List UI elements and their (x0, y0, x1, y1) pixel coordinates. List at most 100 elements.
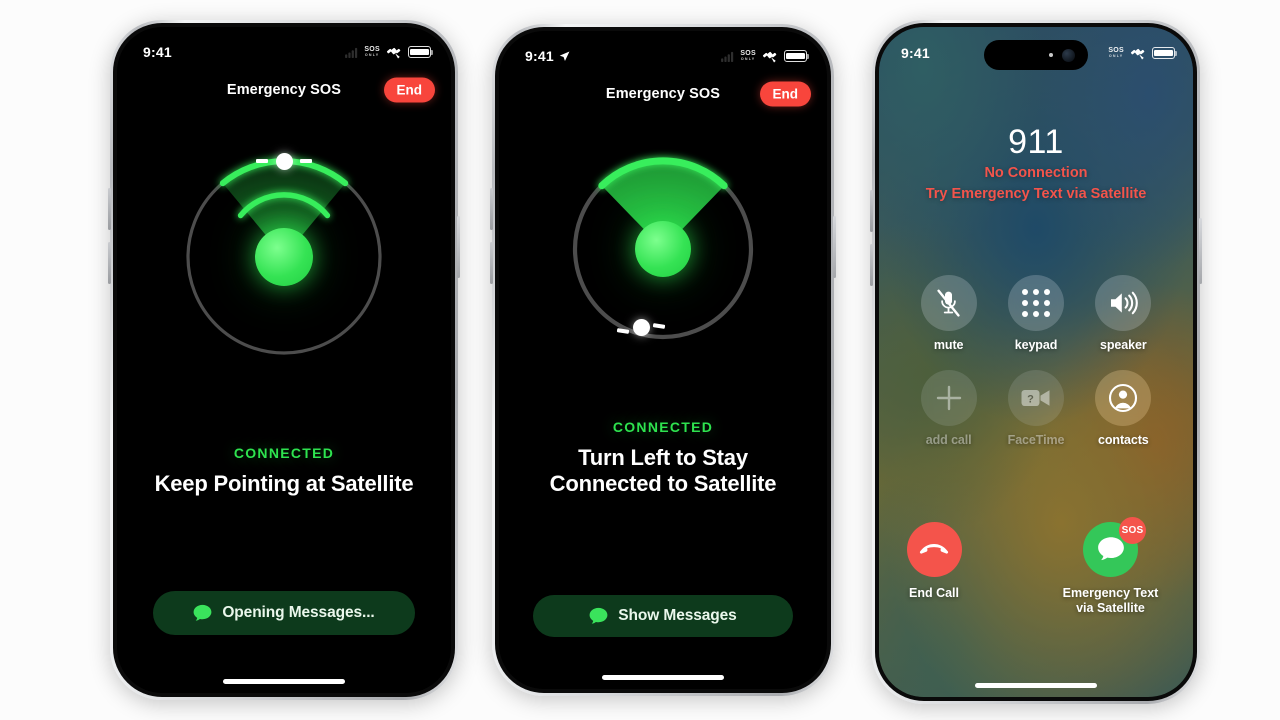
person-circle-icon (1109, 383, 1138, 413)
opening-messages-button[interactable]: Opening Messages... (153, 591, 415, 635)
status-time: 9:41 (525, 48, 554, 64)
front-camera-icon (1062, 48, 1075, 62)
mic-muted-icon (937, 289, 960, 317)
show-messages-button[interactable]: Show Messages (533, 595, 793, 637)
contacts-label: contacts (1098, 433, 1149, 447)
call-actions-row: End Call SOS Emergency Text via Satellit… (879, 516, 1193, 617)
status-bar-right: SOS ONLY (345, 45, 433, 59)
satellite-dial-turn-left (567, 153, 759, 345)
facetime-button[interactable]: ? (1007, 370, 1064, 426)
volume-up-button[interactable] (490, 188, 493, 230)
volume-down-button[interactable] (108, 242, 111, 284)
status-text-block: CONNECTED Keep Pointing at Satellite (117, 445, 451, 497)
sos-badge: SOS (1119, 516, 1146, 544)
phone-screen-pointing: 9:41 SOS ONLY Emergency SOS End CONNECTE… (117, 27, 451, 693)
instruction-headline: Keep Pointing at Satellite (154, 471, 414, 496)
control-keypad[interactable]: keypad (992, 275, 1079, 352)
battery-icon (408, 46, 433, 58)
connection-status-label: CONNECTED (233, 445, 335, 461)
contacts-button[interactable] (1095, 370, 1152, 426)
svg-text:?: ? (1027, 393, 1034, 405)
end-call-button[interactable] (906, 521, 962, 577)
message-bubble-icon (1097, 537, 1124, 561)
volume-down-button[interactable] (870, 244, 873, 286)
status-time: 9:41 (143, 44, 172, 60)
control-speaker[interactable]: speaker (1080, 275, 1167, 352)
status-bar-left: 9:41 (525, 48, 570, 64)
action-emergency-text[interactable]: SOS Emergency Text via Satellite (1056, 516, 1166, 617)
keypad-button[interactable] (1007, 275, 1064, 331)
sos-header: Emergency SOS End (499, 77, 827, 111)
call-controls-grid: mute keypad speaker add call ? FaceTime … (879, 275, 1193, 447)
phone-device-call: 9:41 SOS ONLY 911 No Connection Try Emer… (870, 20, 1202, 704)
status-bar-left: 9:41 (143, 44, 172, 60)
call-number: 911 (1008, 123, 1064, 161)
power-button[interactable] (1199, 218, 1202, 284)
volume-up-button[interactable] (870, 190, 873, 232)
call-status-line2: Try Emergency Text via Satellite (925, 186, 1147, 202)
speaker-label: speaker (1100, 338, 1147, 352)
add-call-label: add call (925, 433, 972, 447)
message-bubble-icon (589, 607, 608, 624)
speaker-button[interactable] (1095, 275, 1152, 331)
control-mute[interactable]: mute (905, 275, 992, 352)
satellite-marker-wing-right (300, 159, 312, 163)
video-camera-icon: ? (1021, 390, 1050, 406)
status-time: 9:41 (901, 45, 930, 61)
add-call-button[interactable] (920, 370, 977, 426)
satellite-marker (275, 152, 293, 170)
home-indicator[interactable] (223, 679, 345, 684)
control-facetime[interactable]: ? FaceTime (992, 370, 1079, 447)
phone-screen-turn-left: 9:41 SOS ONLY Emergency SOS End CONNECTE… (499, 31, 827, 689)
status-bar-right: SOS ONLY (1108, 46, 1177, 60)
phone-screen-call: 9:41 SOS ONLY 911 No Connection Try Emer… (879, 27, 1193, 697)
show-messages-label: Show Messages (618, 607, 737, 624)
phone-device-pointing: 9:41 SOS ONLY Emergency SOS End CONNECTE… (108, 20, 460, 700)
battery-icon (784, 50, 809, 62)
dynamic-island (984, 40, 1088, 70)
status-text-block: CONNECTED Turn Left to Stay Connected to… (499, 419, 827, 497)
opening-messages-label: Opening Messages... (222, 604, 375, 621)
home-indicator[interactable] (602, 675, 724, 680)
satellite-marker-wing-left (256, 159, 268, 163)
control-add-call[interactable]: add call (905, 370, 992, 447)
facetime-label: FaceTime (1007, 433, 1065, 447)
end-button[interactable]: End (759, 81, 811, 107)
device-node-dot (255, 228, 313, 286)
mute-button[interactable] (920, 275, 977, 331)
end-button[interactable]: End (383, 77, 435, 103)
volume-down-button[interactable] (490, 242, 493, 284)
satellite-icon (762, 51, 777, 63)
satellite-marker (633, 319, 650, 336)
power-button[interactable] (833, 216, 836, 278)
sos-indicator: SOS ONLY (1108, 46, 1124, 59)
phone-device-turn-left: 9:41 SOS ONLY Emergency SOS End CONNECTE… (490, 24, 836, 696)
device-node-dot (635, 221, 691, 277)
sos-indicator: SOS ONLY (364, 45, 380, 58)
end-call-label: End Call (908, 585, 959, 600)
plus-icon (936, 385, 961, 411)
screenshot-stage: 9:41 SOS ONLY Emergency SOS End CONNECTE… (0, 0, 1280, 720)
sos-title: Emergency SOS (605, 86, 721, 102)
sos-title: Emergency SOS (226, 82, 342, 98)
emergency-text-button[interactable]: SOS (1083, 516, 1146, 577)
phone-down-icon (919, 543, 949, 554)
battery-icon (1152, 47, 1177, 59)
connection-status-label: CONNECTED (612, 419, 714, 435)
signal-bars-icon (345, 47, 358, 58)
instruction-headline: Turn Left to Stay Connected to Satellite (549, 445, 777, 496)
power-button[interactable] (457, 216, 460, 278)
sos-header: Emergency SOS End (117, 73, 451, 107)
keypad-icon (1021, 289, 1050, 317)
status-bar: 9:41 SOS ONLY (499, 31, 827, 73)
satellite-dial-pointing (180, 152, 388, 361)
call-status-line1: No Connection (984, 165, 1088, 181)
status-bar: 9:41 SOS ONLY (117, 27, 451, 69)
control-contacts[interactable]: contacts (1080, 370, 1167, 447)
mute-label: mute (933, 338, 964, 352)
sos-indicator: SOS ONLY (740, 49, 756, 62)
face-id-dot-icon (1049, 53, 1053, 57)
action-end-call[interactable]: End Call (906, 521, 962, 617)
home-indicator[interactable] (975, 683, 1097, 688)
volume-up-button[interactable] (108, 188, 111, 230)
